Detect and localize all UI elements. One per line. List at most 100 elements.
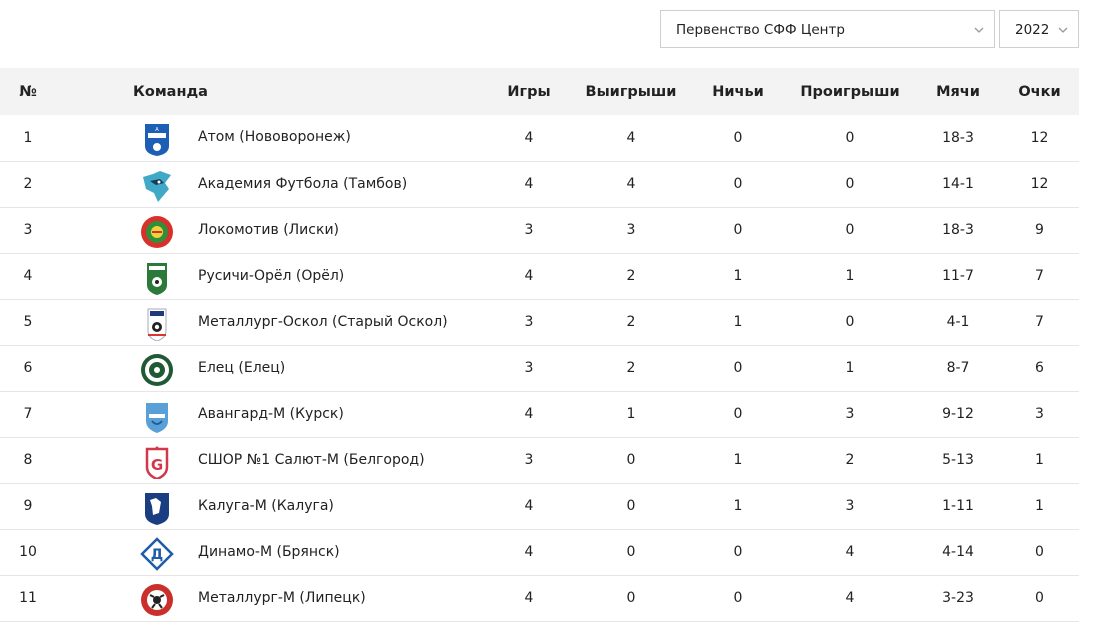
cell-team[interactable]: Русичи-Орёл (Орёл) bbox=[56, 253, 488, 299]
cell-goals: 4-1 bbox=[946, 314, 970, 330]
cell-draws: 0 bbox=[733, 360, 743, 376]
league-select-value: Первенство СФФ Центр bbox=[676, 22, 845, 38]
league-select[interactable]: Первенство СФФ Центр bbox=[660, 10, 995, 48]
cell-goals: 4-14 bbox=[942, 544, 974, 560]
cell-draws: 1 bbox=[733, 268, 743, 284]
cell-losses: 2 bbox=[845, 452, 855, 468]
table-row[interactable]: 6 Елец (Елец) 3 2 0 1 8-7 6 bbox=[0, 345, 1079, 391]
cell-draws: 0 bbox=[733, 176, 743, 192]
header-points: Очки bbox=[1018, 83, 1061, 100]
team-name-link[interactable]: Атом (Нововоронеж) bbox=[198, 129, 351, 145]
dinamo-logo-icon: Д bbox=[140, 536, 174, 571]
header-wins: Выигрыши bbox=[585, 83, 677, 100]
header-draws: Ничьи bbox=[712, 83, 764, 100]
wolf-logo-icon bbox=[143, 170, 171, 202]
rusichi-logo-icon bbox=[147, 262, 167, 295]
cell-losses: 4 bbox=[845, 544, 855, 560]
cell-losses: 0 bbox=[845, 222, 855, 238]
cell-points: 1 bbox=[1035, 498, 1044, 514]
cell-points: 6 bbox=[1035, 360, 1044, 376]
cell-draws: 0 bbox=[733, 129, 743, 146]
cell-team[interactable]: G СШОР №1 Салют-М (Белгород) bbox=[56, 437, 488, 483]
team-name-link[interactable]: Локомотив (Лиски) bbox=[198, 222, 339, 238]
cell-goals: 14-1 bbox=[942, 176, 974, 192]
table-row[interactable]: 11 Металлург-М (Липецк) 4 0 0 4 3-23 0 bbox=[0, 575, 1079, 621]
svg-text:A: A bbox=[155, 127, 159, 133]
cell-games: 4 bbox=[524, 590, 534, 606]
cell-points: 0 bbox=[1035, 590, 1044, 606]
table-header-row: № Команда Игры Выигрыши Ничьи Проигрыши … bbox=[0, 68, 1079, 115]
cell-team[interactable]: Авангард-М (Курск) bbox=[56, 391, 488, 437]
cell-points: 7 bbox=[1035, 268, 1044, 284]
cell-points: 12 bbox=[1030, 129, 1049, 146]
table-row[interactable]: 1 A Атом (Нововоронеж) 4 4 0 0 18-3 12 bbox=[0, 115, 1079, 161]
table-row[interactable]: 4 Русичи-Орёл (Орёл) 4 2 1 1 11-7 7 bbox=[0, 253, 1079, 299]
cell-games: 4 bbox=[524, 268, 534, 284]
cell-points: 3 bbox=[1035, 406, 1044, 422]
team-name-link[interactable]: Металлург-Оскол (Старый Оскол) bbox=[198, 314, 448, 330]
cell-team[interactable]: Локомотив (Лиски) bbox=[56, 207, 488, 253]
cell-goals: 18-3 bbox=[942, 129, 974, 146]
cell-team[interactable]: Калуга-М (Калуга) bbox=[56, 483, 488, 529]
table-row[interactable]: 2 Академия Футбола (Тамбов) 4 4 0 0 14-1 12 bbox=[0, 161, 1079, 207]
table-row[interactable]: 5 Металлург-Оскол (Старый Оскол) 3 2 1 0 4-1 7 bbox=[0, 299, 1079, 345]
cell-position: 2 bbox=[23, 176, 33, 192]
team-name-link[interactable]: Русичи-Орёл (Орёл) bbox=[198, 268, 344, 284]
team-name-link[interactable]: Академия Футбола (Тамбов) bbox=[198, 176, 407, 192]
table-row[interactable]: 3 Локомотив (Лиски) 3 3 0 0 18-3 9 bbox=[0, 207, 1079, 253]
svg-text:Д: Д bbox=[151, 547, 163, 563]
year-select[interactable]: 2022 bbox=[999, 10, 1079, 48]
cell-wins: 1 bbox=[626, 406, 636, 422]
cell-games: 4 bbox=[524, 176, 534, 192]
kaluga-logo-icon bbox=[145, 492, 169, 525]
cell-position: 4 bbox=[23, 268, 33, 284]
cell-wins: 0 bbox=[626, 452, 636, 468]
cell-draws: 1 bbox=[733, 314, 743, 330]
cell-losses: 1 bbox=[845, 360, 855, 376]
cell-position: 9 bbox=[23, 498, 33, 514]
cell-losses: 0 bbox=[845, 176, 855, 192]
elets-logo-icon bbox=[141, 353, 173, 386]
team-name-link[interactable]: Калуга-М (Калуга) bbox=[198, 498, 334, 514]
cell-position: 3 bbox=[23, 222, 33, 238]
cell-wins: 4 bbox=[626, 176, 636, 192]
cell-points: 7 bbox=[1035, 314, 1044, 330]
header-pos: № bbox=[19, 83, 37, 100]
team-name-link[interactable]: Металлург-М (Липецк) bbox=[198, 590, 366, 606]
cell-wins: 4 bbox=[626, 129, 636, 146]
table-row[interactable]: 8 G СШОР №1 Салют-М (Белгород) 3 0 1 2 5-13 1 bbox=[0, 437, 1079, 483]
cell-position: 10 bbox=[19, 544, 37, 560]
table-row[interactable]: 9 Калуга-М (Калуга) 4 0 1 3 1-11 1 bbox=[0, 483, 1079, 529]
cell-wins: 0 bbox=[626, 498, 636, 514]
cell-team[interactable]: Елец (Елец) bbox=[56, 345, 488, 391]
cell-team[interactable]: Металлург-М (Липецк) bbox=[56, 575, 488, 621]
avangard-logo-icon bbox=[146, 402, 168, 433]
team-name-link[interactable]: Елец (Елец) bbox=[198, 360, 285, 376]
header-goals: Мячи bbox=[936, 83, 980, 100]
table-row[interactable]: 10 Д Динамо-М (Брянск) 4 0 0 4 4-14 0 bbox=[0, 529, 1079, 575]
cell-team[interactable]: Академия Футбола (Тамбов) bbox=[56, 161, 488, 207]
cell-wins: 2 bbox=[626, 360, 636, 376]
cell-games: 3 bbox=[524, 452, 534, 468]
cell-draws: 0 bbox=[733, 544, 743, 560]
header-games: Игры bbox=[507, 83, 551, 100]
cell-losses: 3 bbox=[845, 406, 855, 422]
cell-goals: 9-12 bbox=[942, 406, 974, 422]
cell-team[interactable]: Металлург-Оскол (Старый Оскол) bbox=[56, 299, 488, 345]
cell-draws: 0 bbox=[733, 222, 743, 238]
atom-logo-icon: A bbox=[145, 124, 169, 156]
cell-wins: 2 bbox=[626, 314, 636, 330]
team-name-link[interactable]: СШОР №1 Салют-М (Белгород) bbox=[198, 452, 425, 468]
cell-team[interactable]: Д Динамо-М (Брянск) bbox=[56, 529, 488, 575]
team-name-link[interactable]: Авангард-М (Курск) bbox=[198, 406, 344, 422]
cell-goals: 11-7 bbox=[942, 268, 974, 284]
cell-goals: 1-11 bbox=[942, 498, 974, 514]
cell-position: 5 bbox=[23, 314, 33, 330]
team-name-link[interactable]: Динамо-М (Брянск) bbox=[198, 544, 340, 560]
cell-points: 0 bbox=[1035, 544, 1044, 560]
chevron-down-icon bbox=[974, 27, 984, 33]
cell-team[interactable]: A Атом (Нововоронеж) bbox=[56, 115, 488, 161]
cell-losses: 1 bbox=[845, 268, 855, 284]
cell-games: 3 bbox=[524, 360, 534, 376]
table-row[interactable]: 7 Авангард-М (Курск) 4 1 0 3 9-12 3 bbox=[0, 391, 1079, 437]
